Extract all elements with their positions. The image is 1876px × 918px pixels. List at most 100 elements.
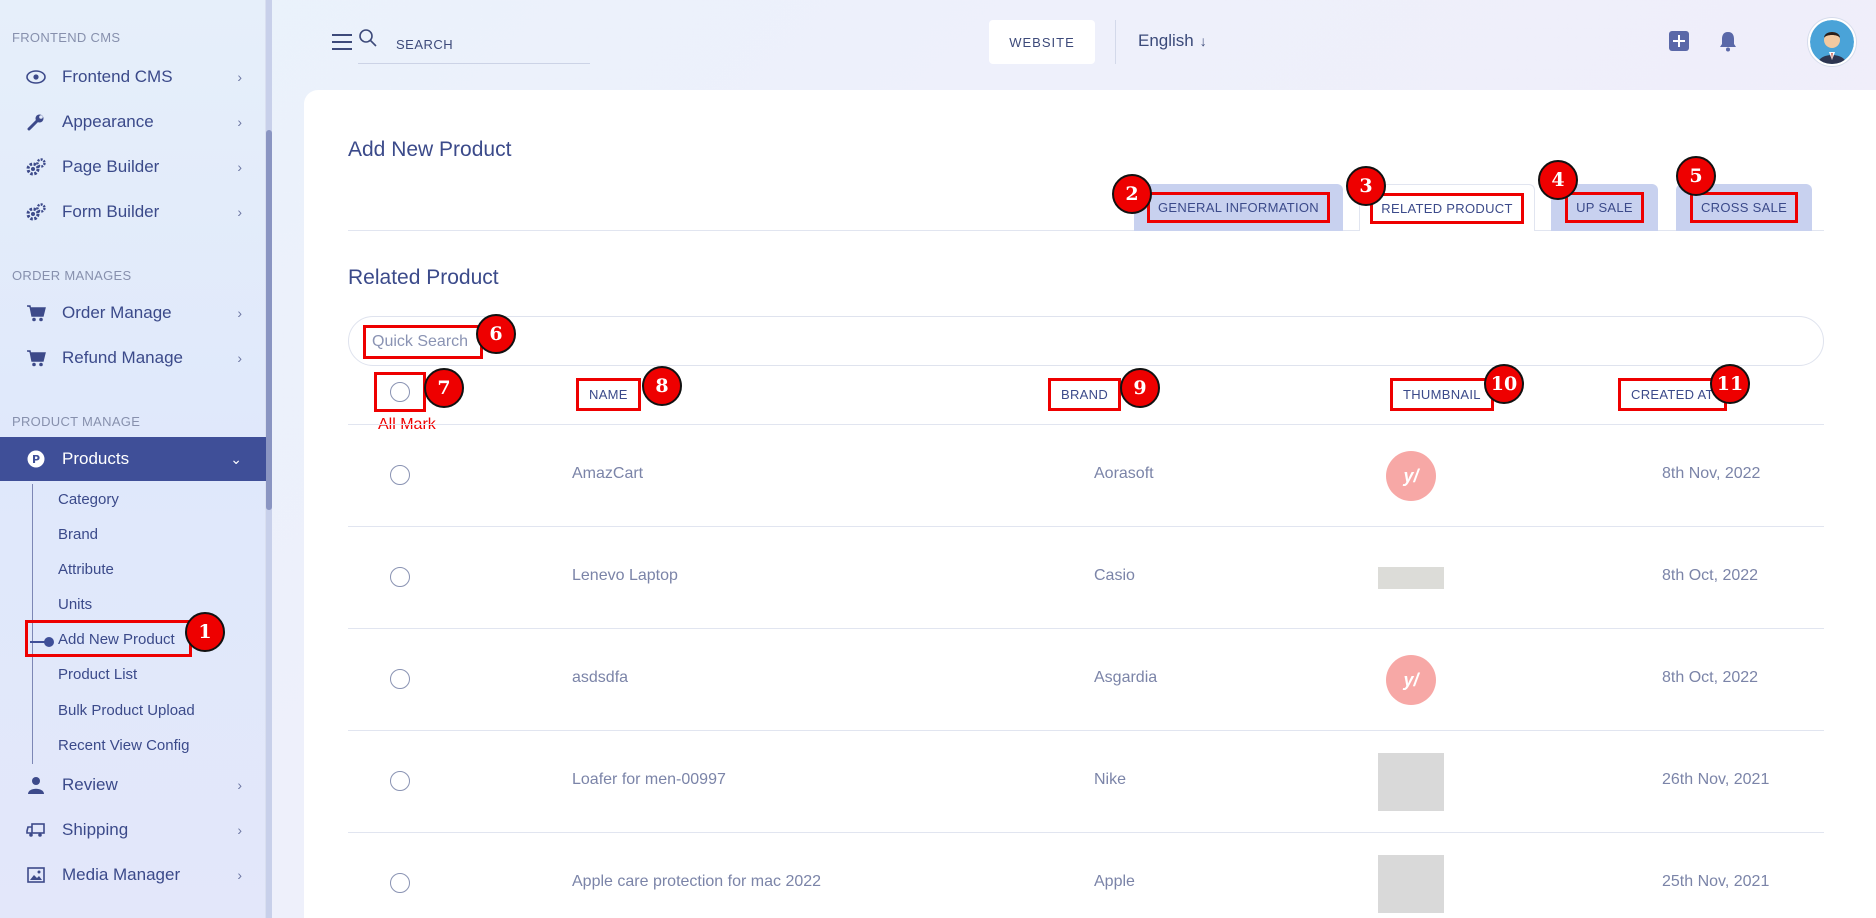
row-thumbnail [1378, 753, 1444, 811]
row-name: Apple care protection for mac 2022 [572, 873, 822, 890]
bell-icon[interactable] [1718, 30, 1738, 52]
header-search [358, 24, 590, 64]
column-header-name[interactable]: NAME [576, 376, 641, 412]
sidebar-item-products[interactable]: P Products ⌄ [0, 437, 266, 481]
main-card: Add New Product GENERAL INFORMATION RELA… [304, 90, 1876, 918]
product-icon: P [26, 449, 46, 469]
sidebar-item-label: Products [62, 449, 130, 468]
tab-label: GENERAL INFORMATION [1147, 192, 1330, 223]
user-icon [26, 775, 46, 795]
section-title: Related Product [348, 266, 499, 289]
row-brand: Asgardia [1094, 669, 1158, 686]
table-row[interactable]: AmazCart Aorasoft y/ 8th Nov, 2022 [348, 425, 1824, 527]
annotation-badge-8: 8 [642, 366, 682, 406]
row-thumbnail: y/ [1386, 451, 1436, 501]
table-row[interactable]: asdsdfa Asgardia y/ 8th Oct, 2022 [348, 629, 1824, 731]
top-header: WEBSITE English ↓ [272, 0, 1876, 84]
row-radio[interactable] [390, 771, 410, 791]
sidebar-item-label: Page Builder [62, 157, 160, 176]
search-input[interactable] [396, 32, 586, 56]
select-all-radio[interactable] [390, 382, 410, 402]
row-thumbnail [1378, 567, 1444, 589]
sidebar-item-label: Form Builder [62, 202, 160, 221]
sidebar-item-frontend-cms[interactable]: Frontend CMS › [0, 55, 266, 99]
cart-icon [26, 303, 46, 323]
annotation-badge-3: 3 [1346, 166, 1386, 206]
row-name: Loafer for men-00997 [572, 771, 726, 788]
cart-icon [26, 348, 46, 368]
tab-general-information[interactable]: GENERAL INFORMATION [1134, 184, 1343, 231]
row-created-at: 8th Oct, 2022 [1662, 669, 1759, 686]
sidebar-item-review[interactable]: Review › [0, 763, 266, 807]
row-radio[interactable] [390, 567, 410, 587]
truck-icon [26, 820, 46, 840]
submenu-item-brand[interactable]: Brand [58, 526, 98, 543]
submenu-item-units[interactable]: Units [58, 596, 92, 613]
sidebar-item-label: Media Manager [62, 865, 181, 884]
sidebar-item-order-manage[interactable]: Order Manage › [0, 291, 266, 335]
eye-icon [26, 67, 46, 87]
table-row[interactable]: Apple care protection for mac 2022 Apple… [348, 833, 1824, 918]
annotation-badge-4: 4 [1538, 160, 1578, 200]
scrollbar-thumb[interactable] [266, 130, 272, 510]
sidebar-item-label: Frontend CMS [62, 67, 173, 86]
sidebar-item-label: Order Manage [62, 303, 172, 322]
chevron-right-icon: › [237, 69, 242, 85]
annotation-badge-10: 10 [1484, 364, 1524, 404]
row-name: Lenevo Laptop [572, 567, 678, 584]
sidebar-item-page-builder[interactable]: Page Builder › [0, 145, 266, 189]
row-thumbnail: y/ [1386, 655, 1436, 705]
avatar[interactable] [1808, 18, 1856, 66]
sidebar-item-label: Appearance [62, 112, 154, 131]
chevron-right-icon: › [237, 204, 242, 220]
add-square-icon[interactable] [1669, 31, 1689, 51]
row-radio[interactable] [390, 465, 410, 485]
annotation-badge-6: 6 [476, 314, 516, 354]
submenu-item-product-list[interactable]: Product List [58, 666, 137, 683]
row-created-at: 25th Nov, 2021 [1662, 873, 1770, 890]
table-row[interactable]: Lenevo Laptop Casio 8th Oct, 2022 [348, 527, 1824, 629]
submenu-item-attribute[interactable]: Attribute [58, 561, 114, 578]
row-brand: Casio [1094, 567, 1135, 584]
section-label-order-manages: ORDER MANAGES [12, 268, 132, 283]
arrow-down-icon: ↓ [1199, 33, 1207, 49]
website-button[interactable]: WEBSITE [989, 20, 1095, 64]
row-created-at: 8th Nov, 2022 [1662, 465, 1761, 482]
hamburger-menu-icon[interactable] [332, 34, 352, 50]
column-header-thumbnail[interactable]: THUMBNAIL [1390, 376, 1494, 412]
sidebar: FRONTEND CMS Frontend CMS › Appearance ›… [0, 0, 266, 918]
chevron-down-icon: ⌄ [230, 450, 242, 467]
chevron-right-icon: › [237, 305, 242, 321]
table-row[interactable]: Loafer for men-00997 Nike 26th Nov, 2021 [348, 731, 1824, 833]
row-radio[interactable] [390, 873, 410, 893]
chevron-right-icon: › [237, 777, 242, 793]
submenu-item-recent-view-config[interactable]: Recent View Config [58, 737, 189, 754]
sidebar-item-refund-manage[interactable]: Refund Manage › [0, 336, 266, 380]
sidebar-item-label: Refund Manage [62, 348, 183, 367]
submenu-item-category[interactable]: Category [58, 491, 119, 508]
row-brand: Apple [1094, 873, 1135, 890]
language-selector[interactable]: English ↓ [1138, 31, 1207, 51]
quick-search-input[interactable] [363, 325, 483, 359]
select-all-wrap [374, 372, 426, 412]
column-header-brand[interactable]: BRAND [1048, 376, 1122, 412]
annotation-badge-11: 11 [1710, 364, 1750, 404]
sidebar-scrollbar[interactable] [266, 0, 272, 918]
sidebar-item-media-manager[interactable]: Media Manager › [0, 853, 266, 897]
row-created-at: 8th Oct, 2022 [1662, 567, 1759, 584]
gears-icon [26, 202, 46, 222]
sidebar-item-appearance[interactable]: Appearance › [0, 100, 266, 144]
header-divider [1115, 20, 1116, 64]
chevron-right-icon: › [237, 867, 242, 883]
row-brand: Aorasoft [1094, 465, 1154, 482]
row-created-at: 26th Nov, 2021 [1662, 771, 1770, 788]
row-radio[interactable] [390, 669, 410, 689]
sidebar-item-shipping[interactable]: Shipping › [0, 808, 266, 852]
tab-label: CROSS SALE [1689, 192, 1799, 223]
submenu-item-bulk-upload[interactable]: Bulk Product Upload [58, 702, 195, 719]
sidebar-item-form-builder[interactable]: Form Builder › [0, 190, 266, 234]
tab-related-product[interactable]: RELATED PRODUCT [1359, 184, 1535, 231]
search-icon[interactable] [358, 28, 378, 48]
tab-label: RELATED PRODUCT [1370, 192, 1524, 224]
chevron-right-icon: › [237, 114, 242, 130]
